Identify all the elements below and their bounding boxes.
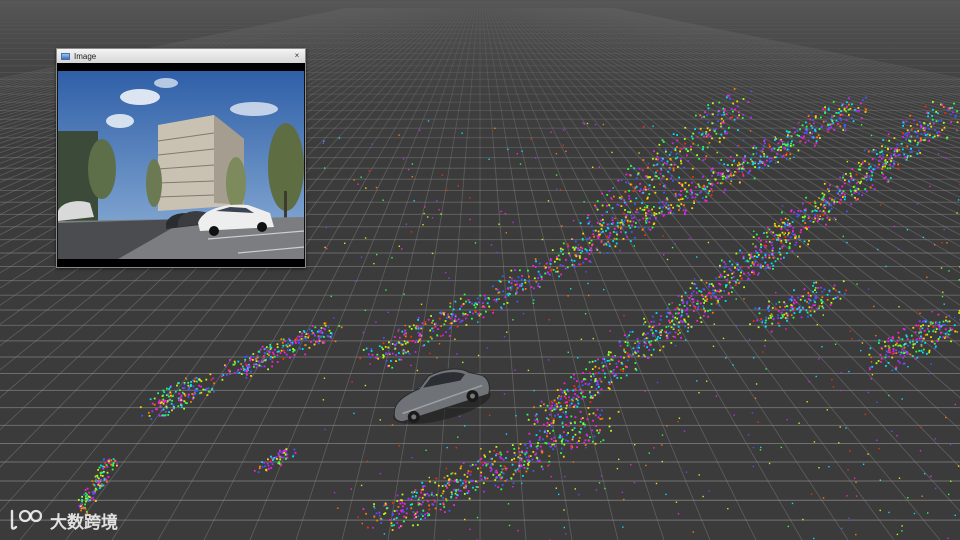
watermark: 大数跨境	[8, 507, 118, 533]
watermark-text: 大数跨境	[50, 512, 118, 533]
image-window-title: Image	[74, 51, 97, 61]
image-window-titlebar[interactable]: Image ×	[57, 49, 305, 63]
kuajing-logo-icon	[10, 509, 43, 530]
close-icon[interactable]: ×	[292, 51, 302, 61]
tree	[88, 139, 116, 199]
image-window-icon	[61, 52, 70, 60]
camera-image-window[interactable]: Image ×	[56, 48, 306, 268]
cloud-shape	[120, 89, 160, 105]
camera-image	[58, 71, 304, 259]
